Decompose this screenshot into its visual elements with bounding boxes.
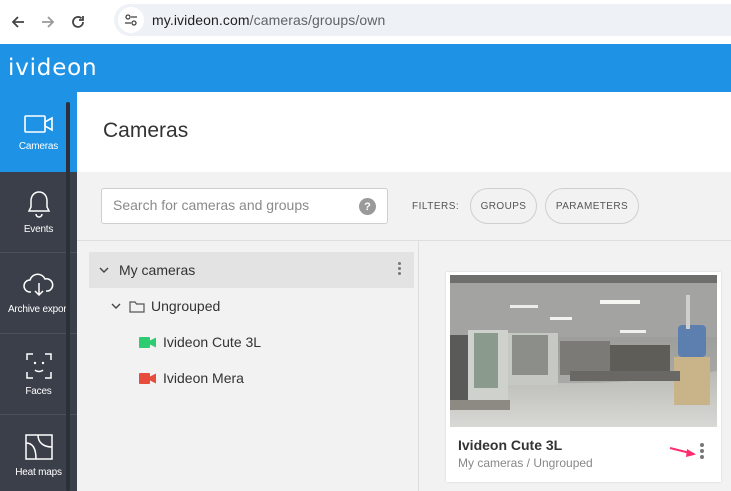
parameters-filter-button[interactable]: PARAMETERS (545, 188, 639, 224)
search-input[interactable] (113, 197, 353, 213)
pointer-arrow-icon (669, 447, 696, 457)
groups-filter-button[interactable]: GROUPS (470, 188, 537, 224)
tree-row-ungrouped[interactable]: Ungrouped (89, 288, 414, 324)
card-camera-path: My cameras / Ungrouped (458, 456, 593, 470)
address-bar[interactable]: my.ivideon.com/cameras/groups/own (114, 4, 731, 36)
sidebar-label: Cameras (18, 140, 59, 152)
tree-group-label: Ungrouped (151, 298, 221, 314)
chevron-down-icon[interactable] (109, 303, 123, 309)
tree-row-camera[interactable]: Ivideon Cute 3L (89, 324, 414, 360)
camera-name: Ivideon Mera (163, 370, 244, 386)
camera-offline-icon (139, 372, 156, 384)
divider (418, 240, 419, 491)
chevron-down-icon[interactable] (97, 267, 111, 273)
heat-map-icon (24, 434, 53, 460)
search-box: ? (101, 188, 388, 224)
folder-icon (129, 300, 145, 313)
ivideon-logo[interactable]: ivideon (8, 55, 97, 81)
help-icon[interactable]: ? (359, 198, 376, 215)
sidebar-label: Events (23, 224, 54, 235)
sidebar-label: Heat maps (15, 467, 62, 478)
browser-toolbar: my.ivideon.com/cameras/groups/own (0, 0, 731, 44)
tree-root-label: My cameras (119, 262, 196, 278)
sidebar: Cameras Events Archive export Faces Heat… (0, 92, 77, 491)
page-title: Cameras (103, 119, 189, 142)
page-header: Cameras (77, 92, 731, 172)
face-scan-icon (25, 353, 52, 379)
camera-preview-image[interactable] (450, 275, 717, 427)
url-text: my.ivideon.com/cameras/groups/own (152, 12, 385, 28)
forward-button[interactable] (33, 7, 63, 37)
camera-icon (23, 114, 53, 133)
app-header: ivideon (0, 44, 731, 92)
arrow-right-icon (42, 16, 55, 28)
card-camera-name: Ivideon Cute 3L (458, 437, 563, 453)
divider (77, 240, 731, 241)
card-more-options-icon[interactable] (700, 443, 704, 459)
bell-icon (27, 191, 50, 218)
camera-online-icon (139, 336, 156, 348)
sidebar-scrollbar[interactable] (66, 102, 70, 491)
camera-card[interactable]: Ivideon Cute 3L My cameras / Ungrouped (446, 272, 721, 482)
sidebar-label: Archive export (7, 304, 70, 315)
url-host: my.ivideon.com (152, 12, 250, 28)
site-settings-icon[interactable] (118, 7, 144, 33)
filters-label: FILTERS: (412, 201, 460, 212)
cloud-download-icon (22, 273, 53, 297)
reload-button[interactable] (63, 7, 93, 37)
more-options-icon[interactable] (398, 262, 401, 275)
camera-name: Ivideon Cute 3L (163, 334, 262, 350)
back-button[interactable] (3, 7, 33, 37)
url-path: /cameras/groups/own (249, 12, 386, 28)
sidebar-label: Faces (25, 386, 52, 397)
reload-icon (72, 16, 84, 28)
tree-row-my-cameras[interactable]: My cameras (89, 252, 414, 288)
arrow-left-icon (11, 16, 24, 28)
tree-row-camera[interactable]: Ivideon Mera (89, 360, 414, 396)
